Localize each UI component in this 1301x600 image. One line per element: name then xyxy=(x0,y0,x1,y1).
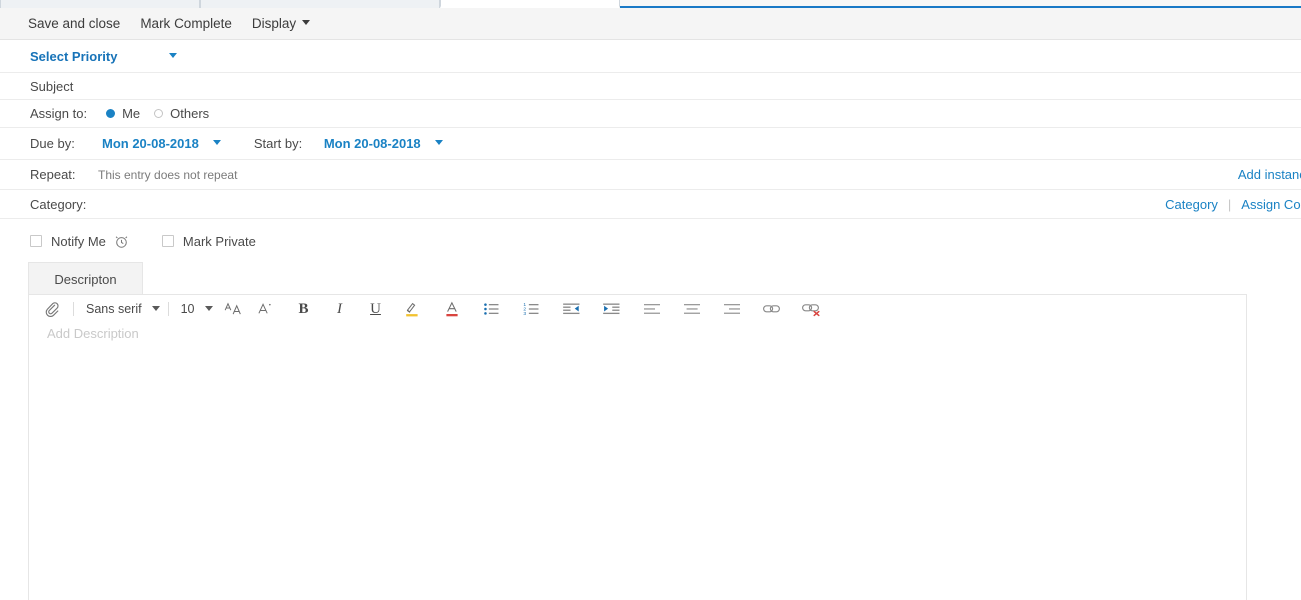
toolbar-separator xyxy=(168,302,169,316)
increase-font-size-icon[interactable] xyxy=(221,297,247,321)
assign-to-radio-group: Me Others xyxy=(106,106,223,121)
action-toolbar: Save and close Mark Complete Display xyxy=(0,8,1301,40)
repeat-value[interactable]: This entry does not repeat xyxy=(98,168,237,182)
indent-icon[interactable] xyxy=(599,297,625,321)
mark-private-label: Mark Private xyxy=(183,234,256,249)
assign-to-me-radio[interactable]: Me xyxy=(106,106,140,121)
radio-dot-icon xyxy=(154,109,163,118)
category-label: Category: xyxy=(30,197,86,212)
select-priority-dropdown[interactable]: Select Priority xyxy=(30,49,177,64)
repeat-label: Repeat: xyxy=(30,167,98,182)
checkbox-icon xyxy=(162,235,174,247)
category-link[interactable]: Category xyxy=(1165,197,1218,212)
options-row: Notify Me Mark Private xyxy=(0,219,1301,263)
font-size-value: 10 xyxy=(181,302,195,316)
alarm-clock-icon[interactable] xyxy=(114,234,129,249)
assign-to-label: Assign to: xyxy=(30,106,87,121)
svg-text:3: 3 xyxy=(523,311,526,317)
chevron-down-icon xyxy=(213,140,221,145)
task-editor-window: Save and close Mark Complete Display Sel… xyxy=(0,0,1301,600)
chevron-down-icon xyxy=(205,306,213,311)
description-editor: Sans serif 10 B xyxy=(28,294,1247,600)
tab-description[interactable]: Descripton xyxy=(28,262,143,295)
priority-row: Select Priority xyxy=(0,40,1301,73)
font-family-select[interactable]: Sans serif xyxy=(86,302,160,316)
outdent-icon[interactable] xyxy=(559,297,585,321)
add-instance-link[interactable]: Add instance xyxy=(1238,167,1301,182)
description-placeholder: Add Description xyxy=(47,326,139,341)
select-priority-label: Select Priority xyxy=(30,49,117,64)
underline-label: U xyxy=(370,301,381,318)
toolbar-separator xyxy=(73,302,74,316)
notify-me-label: Notify Me xyxy=(51,234,106,249)
chevron-down-icon xyxy=(302,20,310,25)
start-by-date-picker[interactable]: Mon 20-08-2018 xyxy=(324,136,443,151)
active-tab[interactable] xyxy=(440,0,620,8)
subject-row[interactable]: Subject xyxy=(0,73,1301,100)
decrease-font-size-icon[interactable] xyxy=(253,297,279,321)
italic-label: I xyxy=(337,301,342,318)
description-tab-bar: Descripton xyxy=(28,262,1247,295)
insert-link-icon[interactable] xyxy=(759,297,785,321)
category-divider: | xyxy=(1228,197,1231,212)
align-right-icon[interactable] xyxy=(719,297,745,321)
save-and-close-button[interactable]: Save and close xyxy=(18,8,130,40)
attachment-icon[interactable] xyxy=(39,297,65,321)
font-color-icon[interactable] xyxy=(439,297,465,321)
mark-private-checkbox[interactable]: Mark Private xyxy=(162,234,256,249)
chevron-down-icon xyxy=(152,306,160,311)
bold-icon[interactable]: B xyxy=(291,297,317,321)
remove-link-icon[interactable] xyxy=(799,297,825,321)
align-center-icon[interactable] xyxy=(679,297,705,321)
dates-row: Due by: Mon 20-08-2018 Start by: Mon 20-… xyxy=(0,128,1301,160)
radio-dot-icon xyxy=(106,109,115,118)
due-by-label: Due by: xyxy=(30,136,102,151)
display-menu-label: Display xyxy=(252,16,296,31)
align-left-icon[interactable] xyxy=(639,297,665,321)
subject-input-placeholder[interactable]: Subject xyxy=(30,79,73,94)
notify-me-checkbox[interactable]: Notify Me xyxy=(30,234,106,249)
start-by-value: Mon 20-08-2018 xyxy=(324,136,421,151)
underline-icon[interactable]: U xyxy=(363,297,389,321)
category-row: Category: Category | Assign Color xyxy=(0,190,1301,219)
bulleted-list-icon[interactable] xyxy=(479,297,505,321)
description-text-area[interactable]: Add Description xyxy=(29,323,1246,343)
due-by-value: Mon 20-08-2018 xyxy=(102,136,199,151)
start-by-label: Start by: xyxy=(254,136,324,151)
mark-complete-button[interactable]: Mark Complete xyxy=(130,8,242,40)
numbered-list-icon[interactable]: 1 2 3 xyxy=(519,297,545,321)
assign-to-row: Assign to: Me Others xyxy=(0,100,1301,128)
editor-toolbar: Sans serif 10 B xyxy=(29,295,1246,323)
repeat-row: Repeat: This entry does not repeat Add i… xyxy=(0,160,1301,190)
due-by-date-picker[interactable]: Mon 20-08-2018 xyxy=(102,136,221,151)
chevron-down-icon xyxy=(169,53,177,58)
assign-to-others-radio[interactable]: Others xyxy=(154,106,209,121)
bold-label: B xyxy=(298,301,308,318)
highlight-color-icon[interactable] xyxy=(399,297,425,321)
display-menu-button[interactable]: Display xyxy=(242,8,320,40)
assign-color-link[interactable]: Assign Color xyxy=(1241,197,1301,212)
assign-to-others-label: Others xyxy=(170,106,209,121)
assign-to-me-label: Me xyxy=(122,106,140,121)
font-size-select[interactable]: 10 xyxy=(181,302,213,316)
font-family-value: Sans serif xyxy=(86,302,142,316)
checkbox-icon xyxy=(30,235,42,247)
italic-icon[interactable]: I xyxy=(327,297,353,321)
chevron-down-icon xyxy=(435,140,443,145)
